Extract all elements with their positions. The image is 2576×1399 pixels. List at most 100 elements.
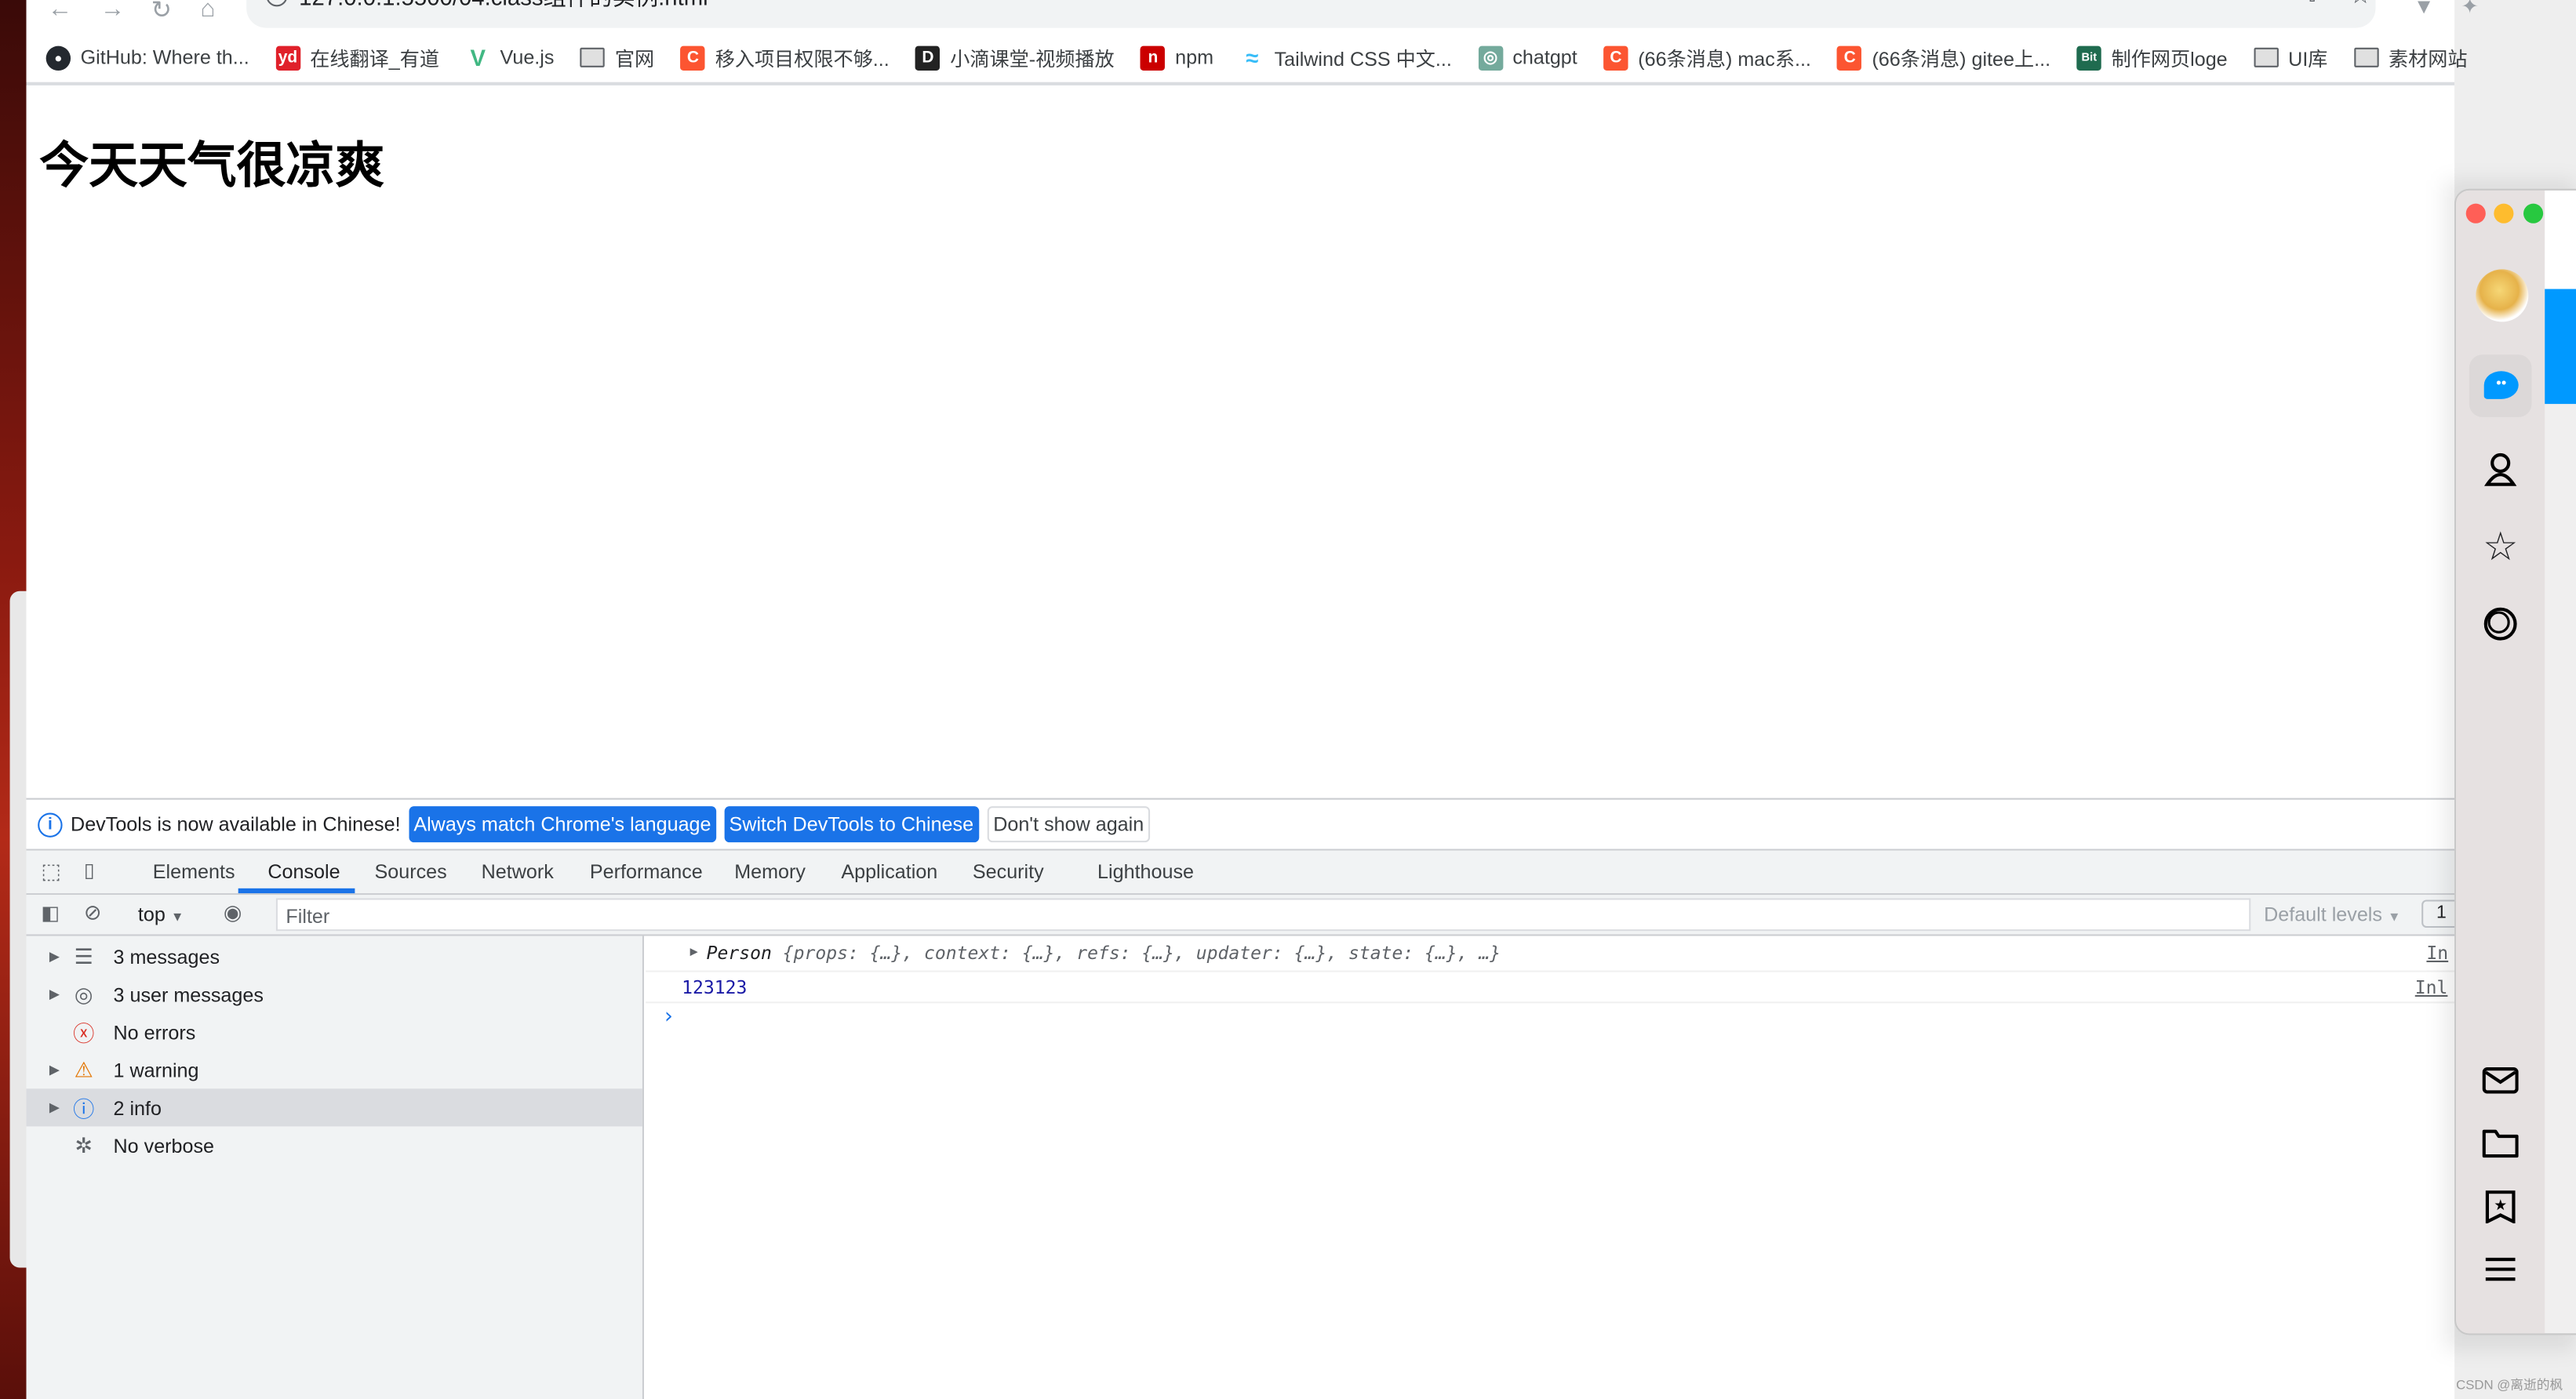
tab-sources[interactable]: Sources [375, 860, 447, 883]
tab-memory[interactable]: Memory [734, 860, 806, 883]
qq-search-area [2545, 190, 2576, 289]
bookmark-item[interactable]: C (66条消息) mac系... [1603, 43, 1811, 71]
dont-show-again-button[interactable]: Don't show again [986, 806, 1151, 843]
tab-console[interactable]: Console [267, 860, 340, 883]
reload-icon[interactable]: ↻ [151, 0, 172, 24]
page-heading: 今天天气很凉爽 [39, 139, 385, 194]
qq-sidebar: •• ☆ ★ [2456, 190, 2545, 1334]
expand-arrow-icon[interactable]: ▶ [49, 1100, 60, 1115]
bookmark-item[interactable]: 官网 [580, 43, 654, 71]
bookmark-item[interactable]: ≈ Tailwind CSS 中文... [1240, 43, 1452, 71]
tab-performance[interactable]: Performance [590, 860, 703, 883]
bug-icon: ✲ [75, 1132, 93, 1157]
maximize-window-button[interactable] [2523, 203, 2544, 223]
bookmark-label: 官网 [614, 46, 655, 70]
bookmark-item[interactable]: ● GitHub: Where th... [45, 45, 249, 70]
bookmark-item[interactable]: Bit 制作网页loge [2076, 43, 2228, 71]
folder-icon [2254, 47, 2279, 67]
address-bar[interactable]: i 127.0.0.1:5500/04.class组件的实例.html ⇪ ☆ [246, 0, 2376, 28]
switch-to-chinese-button[interactable]: Switch DevTools to Chinese [724, 806, 979, 843]
bookmark-item[interactable]: V Vue.js [466, 45, 554, 71]
site-info-icon[interactable]: i [266, 0, 288, 7]
chat-tab[interactable]: •• [2469, 354, 2532, 417]
device-toolbar-icon[interactable]: ▯ [84, 859, 95, 881]
always-match-language-button[interactable]: Always match Chrome's language [409, 806, 716, 843]
expand-arrow-icon[interactable]: ▶ [690, 944, 698, 959]
folder-icon[interactable] [2477, 1120, 2523, 1166]
puzzle-icon[interactable]: ✦ [2461, 0, 2479, 20]
bookmark-label: (66条消息) gitee上... [1872, 46, 2051, 70]
expand-arrow-icon[interactable]: ▶ [49, 987, 60, 1001]
qq-selected-conversation[interactable] [2545, 289, 2576, 405]
bookmark-item[interactable]: 素材网站 [2353, 43, 2468, 71]
console-output: ▶ Person {props: {…}, context: {…}, refs… [646, 936, 2455, 1399]
close-window-button[interactable] [2465, 203, 2486, 223]
infobar-message: DevTools is now available in Chinese! [71, 812, 401, 836]
clear-console-icon[interactable]: ⊘ [84, 899, 102, 926]
inspect-element-icon[interactable]: ⬚ [41, 859, 61, 885]
tab-lighthouse[interactable]: Lighthouse [1097, 860, 1194, 883]
url-text: 127.0.0.1:5500/04.class组件的实例.html [299, 0, 708, 13]
console-message[interactable]: ▶ Person {props: {…}, context: {…}, refs… [646, 936, 2455, 972]
sidebar-filter-item[interactable]: ▶ ⚠ 1 warning [27, 1051, 642, 1088]
csdn-icon: C [680, 45, 706, 70]
bookmark-star-icon[interactable]: ☆ [2349, 0, 2371, 10]
sidebar-filter-item[interactable]: ✲ No verbose [27, 1126, 642, 1164]
bookmark-label: 小滴课堂-视频播放 [950, 46, 1115, 70]
avatar[interactable] [2476, 269, 2529, 322]
mail-icon[interactable] [2477, 1057, 2523, 1103]
bookmark-item[interactable]: ◎ chatgpt [1478, 45, 1577, 70]
bookmark-item[interactable]: n npm [1141, 45, 1213, 70]
bit-icon: Bit [2076, 45, 2102, 70]
extension-icon[interactable]: ▼ [2414, 0, 2435, 18]
user-circle-icon: ◎ [74, 981, 93, 1006]
sidebar-filter-item[interactable]: ▶ ⓘ 2 info [26, 1088, 642, 1127]
expand-arrow-icon[interactable]: ▶ [49, 1063, 60, 1077]
home-icon[interactable]: ⌂ [201, 0, 216, 23]
minimize-window-button[interactable] [2494, 203, 2514, 223]
filter-input[interactable]: Filter [275, 898, 2251, 932]
bookmark-item[interactable]: D 小滴课堂-视频播放 [915, 43, 1115, 71]
watermark: CSDN @离逝的枫 [2456, 1377, 2563, 1393]
bookmark-label: (66条消息) mac系... [1638, 46, 1811, 70]
back-arrow-icon[interactable]: ← [48, 0, 72, 23]
favorites-icon[interactable]: ★ [2477, 1184, 2523, 1230]
qzone-star-icon[interactable]: ☆ [2477, 524, 2523, 570]
console-message[interactable]: 123123 Inl [646, 972, 2455, 1004]
sidebar-toggle-icon[interactable]: ◧ [41, 902, 60, 925]
contacts-icon[interactable] [2477, 447, 2523, 493]
devtools-panel: i DevTools is now available in Chinese! … [26, 798, 2471, 1399]
channel-icon[interactable] [2477, 601, 2523, 647]
log-levels-dropdown[interactable]: Default levels ▼ [2264, 903, 2400, 926]
live-expression-eye-icon[interactable]: ◉ [224, 899, 242, 926]
bookmark-item[interactable]: yd 在线翻译_有道 [275, 43, 439, 71]
tab-network[interactable]: Network [482, 860, 554, 883]
sidebar-filter-item[interactable]: ▶ ◎ 3 user messages [27, 976, 642, 1013]
divider [26, 82, 2455, 85]
bookmark-label: UI库 [2288, 46, 2328, 70]
tab-security[interactable]: Security [973, 860, 1044, 883]
log-value: 123123 [682, 976, 748, 999]
expand-arrow-icon[interactable]: ▶ [49, 949, 60, 964]
bookmark-item[interactable]: UI库 [2254, 43, 2327, 71]
chatgpt-icon: ◎ [1478, 45, 1503, 70]
menu-icon[interactable] [2477, 1246, 2523, 1292]
bookmark-item[interactable]: C 移入项目权限不够... [680, 43, 890, 71]
tab-application[interactable]: Application [841, 860, 937, 883]
forward-arrow-icon[interactable]: → [100, 0, 125, 23]
csdn-icon: C [1837, 45, 1862, 70]
sidebar-filter-item[interactable]: ⓧ No errors [27, 1013, 642, 1051]
levels-label: Default levels [2264, 903, 2382, 926]
tab-elements[interactable]: Elements [153, 860, 235, 883]
context-selector[interactable]: top ▼ [138, 903, 184, 926]
list-icon: ☰ [74, 943, 94, 968]
console-prompt[interactable]: › [662, 1005, 675, 1029]
bookmarks-bar: ● GitHub: Where th... yd 在线翻译_有道 V Vue.js 官网 C 移… [27, 36, 2468, 78]
sidebar-filter-item[interactable]: ▶ ☰ 3 messages [27, 938, 642, 976]
object-properties: {props: {…}, context: {…}, refs: {…}, up… [771, 942, 1501, 965]
youdao-icon: yd [275, 45, 300, 70]
share-icon[interactable]: ⇪ [2303, 0, 2321, 8]
xiaodi-icon: D [915, 45, 941, 70]
bookmark-item[interactable]: C (66条消息) gitee上... [1837, 43, 2050, 71]
source-link[interactable]: Inl [2415, 977, 2448, 998]
